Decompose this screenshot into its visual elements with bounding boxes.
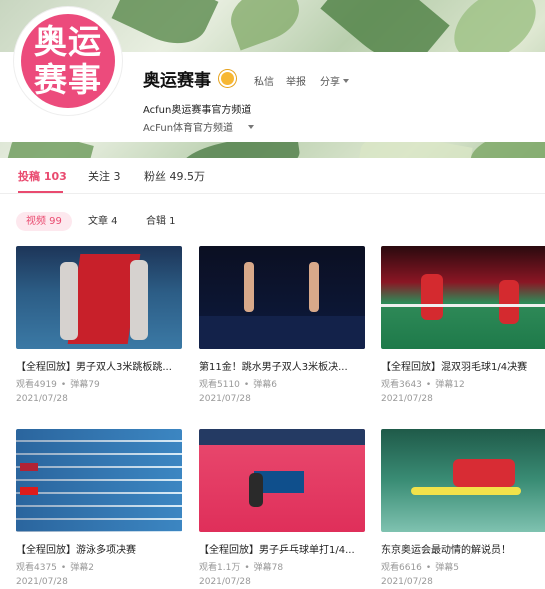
view-count: 观看1.1万 [199,563,241,573]
video-title[interactable]: 东京奥运会最动情的解说员！ [381,541,545,556]
message-button[interactable]: 私信 [254,73,274,88]
video-date: 2021/07/28 [199,394,251,404]
danmaku-count: 弹幕6 [253,380,277,390]
signature: Acfun奥运赛事官方频道 [143,105,252,116]
video-title[interactable]: 【全程回放】游泳多项决赛 [16,541,182,556]
subtab-articles[interactable]: 文章 4 [88,212,118,231]
report-label: 举报 [286,77,306,88]
verify-info[interactable]: AcFun体育官方频道 [143,119,255,134]
avatar-text: 奥运 赛事 [21,14,115,108]
video-thumbnail[interactable] [16,429,182,532]
report-button[interactable]: 举报 [286,73,306,88]
danmaku-count: 弹幕5 [435,563,459,573]
video-meta: 观看1.1万 • 弹幕78 [199,563,284,573]
video-card[interactable]: 【全程回放】混双羽毛球1/4决赛 观看3643 • 弹幕12 2021/07/28 [381,246,545,414]
video-date: 2021/07/28 [381,394,433,404]
video-thumbnail[interactable] [199,429,365,532]
video-date: 2021/07/28 [16,394,68,404]
video-title[interactable]: 【全程回放】男子乒乓球单打1/4... [199,541,365,556]
video-meta: 观看5110 • 弹幕6 [199,380,277,390]
message-label: 私信 [254,77,274,88]
danmaku-count: 弹幕78 [253,563,284,573]
view-count: 观看5110 [199,380,240,390]
chevron-down-icon [248,125,255,129]
video-card[interactable]: 【全程回放】游泳多项决赛 观看4375 • 弹幕2 2021/07/28 [16,429,182,589]
verify-label: AcFun体育官方频道 [143,123,234,134]
tab-following[interactable]: 关注 3 [88,168,121,184]
video-title[interactable]: 【全程回放】混双羽毛球1/4决赛 [381,358,545,373]
video-title[interactable]: 【全程回放】男子双人3米跳板跳... [16,358,182,373]
video-date: 2021/07/28 [381,577,433,587]
view-count: 观看6616 [381,563,422,573]
video-date: 2021/07/28 [16,577,68,587]
tab-uploads[interactable]: 投稿 103 [18,168,67,184]
view-count: 观看3643 [381,380,422,390]
view-count: 观看4375 [16,563,57,573]
video-title[interactable]: 第11金！跳水男子双人3米板决... [199,358,365,373]
video-card[interactable]: 【全程回放】男子双人3米跳板跳... 观看4919 • 弹幕79 2021/07/2… [16,246,182,414]
video-card[interactable]: 【全程回放】男子乒乓球单打1/4... 观看1.1万 • 弹幕78 2021/07/… [199,429,365,589]
share-label: 分享 [320,77,340,88]
danmaku-count: 弹幕2 [70,563,94,573]
tab-fans[interactable]: 粉丝 49.5万 [144,168,205,184]
subtab-collections[interactable]: 合辑 1 [146,212,176,231]
video-meta: 观看4375 • 弹幕2 [16,563,94,573]
video-meta: 观看3643 • 弹幕12 [381,380,465,390]
video-meta: 观看4919 • 弹幕79 [16,380,100,390]
subtab-videos[interactable]: 视频 99 [16,212,72,231]
video-thumbnail[interactable] [16,246,182,349]
badge-icon [219,70,236,87]
video-card[interactable]: 东京奥运会最动情的解说员！ 观看6616 • 弹幕5 2021/07/28 [381,429,545,589]
view-count: 观看4919 [16,380,57,390]
chevron-down-icon [343,79,349,83]
video-meta: 观看6616 • 弹幕5 [381,563,459,573]
avatar[interactable]: 奥运 赛事 [14,7,122,115]
video-thumbnail[interactable] [381,429,545,532]
video-card[interactable]: 第11金！跳水男子双人3米板决... 观看5110 • 弹幕6 2021/07/28 [199,246,365,414]
video-thumbnail[interactable] [381,246,545,349]
danmaku-count: 弹幕12 [435,380,465,390]
active-tab-indicator [18,191,63,193]
video-thumbnail[interactable] [199,246,365,349]
video-date: 2021/07/28 [199,577,251,587]
profile-tabs: 投稿 103 关注 3 粉丝 49.5万 [0,158,545,194]
share-button[interactable]: 分享 [320,73,349,88]
danmaku-count: 弹幕79 [70,380,100,390]
username: 奥运赛事 [143,71,211,91]
